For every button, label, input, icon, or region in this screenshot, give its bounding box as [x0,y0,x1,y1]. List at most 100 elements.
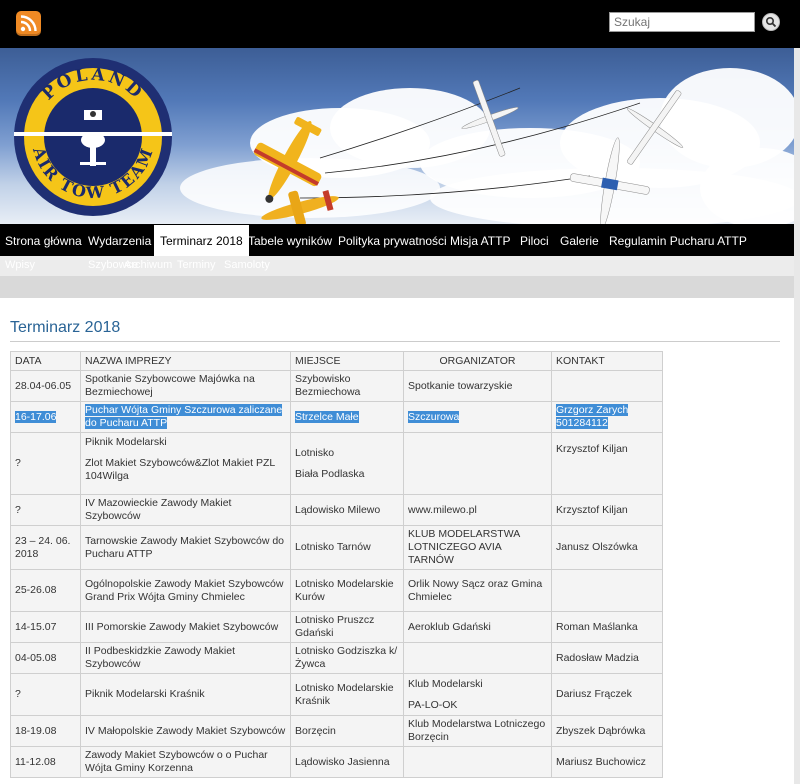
cell-location: Lotnisko Pruszcz Gdański [290,611,404,643]
events-table: DATA NAZWA IMPREZY MIEJSCE ORGANIZATOR K… [10,351,663,778]
cell-date: 11-12.08 [10,746,81,778]
cell-location: Lotnisko Tarnów [290,525,404,570]
cell-date: 25-26.08 [10,569,81,612]
page-title: Terminarz 2018 [10,319,121,336]
cell-event-name: IV Małopolskie Zawody Makiet Szybowców [80,715,291,747]
cell-event-name: IV Mazowieckie Zawody Makiet Szybowców [80,494,291,526]
cell-date: ? [10,494,81,526]
cell-organizer [403,432,552,495]
cell-location: Lotnisko Godziszka k/ Żywca [290,642,404,674]
table-row: ? Piknik Modelarski Zlot Makiet Szybowcó… [10,432,663,495]
cell-event-name: Puchar Wójta Gminy Szczurowa zaliczane d… [80,401,291,433]
cell-organizer: Klub Modelarstwa Lotniczego Borzęcin [403,715,552,747]
event-name-line: Piknik Modelarski [85,436,167,448]
cell-date: 14-15.07 [10,611,81,643]
site-logo[interactable]: POLAND AIR TOW TEAM [14,58,172,216]
event-name-line: Zlot Makiet Szybowców&Zlot Makiet PZL 10… [85,457,275,482]
cell-event-name: III Pomorskie Zawody Makiet Szybowców [80,611,291,643]
table-row: 14-15.07 III Pomorskie Zawody Makiet Szy… [10,611,663,643]
selected-text: Grzgorz Zarych 501284112 [556,404,629,429]
cell-organizer: KLUB MODELARSTWA LOTNICZEGO AVIA TARNÓW [403,525,552,570]
header-organizer: ORGANIZATOR [403,351,552,371]
rss-icon[interactable] [16,11,41,36]
title-divider [10,341,780,342]
header-date: DATA [10,351,81,371]
organizer-line: Klub Modelarski [408,677,483,690]
cell-organizer [403,642,552,674]
cell-organizer: Klub Modelarski PA-LO-OK [403,673,552,716]
table-row: 23 – 24. 06. 2018 Tarnowskie Zawody Maki… [10,525,663,570]
nav-item-schedule-2018[interactable]: Terminarz 2018 [154,225,249,256]
cell-location: Lądowisko Jasienna [290,746,404,778]
nav-item-pilots[interactable]: Piloci [520,224,549,256]
cell-location: Strzelce Małe [290,401,404,433]
subnav-item-posts[interactable]: Wpisy [5,259,35,271]
table-row: 18-19.08 IV Małopolskie Zawody Makiet Sz… [10,715,663,747]
cell-organizer: Szczurowa [403,401,552,433]
cell-date: 18-19.08 [10,715,81,747]
nav-item-rules[interactable]: Regulamin Pucharu ATTP [609,224,747,256]
table-row: ? Piknik Modelarski Kraśnik Lotnisko Mod… [10,673,663,716]
cell-date: ? [10,673,81,716]
cell-date: ? [10,432,81,495]
cell-contact: Janusz Olszówka [551,525,663,570]
selected-text: Szczurowa [408,410,460,423]
cell-location: Borzęcin [290,715,404,747]
selected-text: Puchar Wójta Gminy Szczurowa zaliczane d… [85,404,283,429]
table-row: 11-12.08 Zawody Makiet Szybowców o o Puc… [10,746,663,778]
table-row: 28.04-06.05 Spotkanie Szybowcowe Majówka… [10,370,663,402]
cell-contact: Krzysztof Kiljan [551,494,663,526]
top-bar [0,0,800,48]
cell-contact: Dariusz Frączek [551,673,663,716]
logo-graphic: POLAND AIR TOW TEAM [14,64,172,202]
cell-event-name: Tarnowskie Zawody Makiet Szybowców do Pu… [80,525,291,570]
nav-item-privacy[interactable]: Polityka prywatności [338,224,447,256]
nav-item-galleries[interactable]: Galerie [560,224,599,256]
selected-text: 16-17.06 [15,410,57,423]
cell-date: 16-17.06 [10,401,81,433]
cell-event-name: Ogólnopolskie Zawody Makiet Szybowców Gr… [80,569,291,612]
cell-date: 23 – 24. 06. 2018 [10,525,81,570]
selected-text: Strzelce Małe [295,410,359,423]
subnav-item-planes[interactable]: Samoloty [224,259,270,271]
table-row: ? IV Mazowieckie Zawody Makiet Szybowców… [10,494,663,526]
cell-location: Szybowisko Bezmiechowa [290,370,404,402]
table-header-row: DATA NAZWA IMPREZY MIEJSCE ORGANIZATOR K… [10,351,663,371]
sub-nav: Wpisy Szybowce Archiwum Terminy Samoloty [0,256,800,276]
page-right-edge [794,48,800,784]
cell-contact: Zbyszek Dąbrówka [551,715,663,747]
cell-contact: Radosław Madzia [551,642,663,674]
location-line: Biała Podlaska [295,467,365,480]
subnav-item-archive[interactable]: Archiwum [124,259,172,271]
nav-item-mission[interactable]: Misja ATTP [450,224,510,256]
cell-event-name: Spotkanie Szybowcowe Majówka na Bezmiech… [80,370,291,402]
cell-location: Lądowisko Milewo [290,494,404,526]
cell-date: 28.04-06.05 [10,370,81,402]
header-banner: POLAND AIR TOW TEAM [0,48,800,224]
cell-contact: Mariusz Buchowicz [551,746,663,778]
cell-contact: Roman Maślanka [551,611,663,643]
table-row: 16-17.06 Puchar Wójta Gminy Szczurowa za… [10,401,663,433]
cell-organizer: www.milewo.pl [403,494,552,526]
nav-item-results[interactable]: Tabele wyników [248,224,332,256]
subnav-item-dates[interactable]: Terminy [177,259,216,271]
cell-contact [551,569,663,612]
organizer-line: PA-LO-OK [408,698,458,711]
cell-event-name: Piknik Modelarski Zlot Makiet Szybowców&… [80,432,291,495]
table-row: 04-05.08 II Podbeskidzkie Zawody Makiet … [10,642,663,674]
nav-item-events[interactable]: Wydarzenia [88,224,151,256]
cell-date: 04-05.08 [10,642,81,674]
cell-location: Lotnisko Modelarskie Kraśnik [290,673,404,716]
cell-location: Lotnisko Biała Podlaska [290,432,404,495]
header-event-name: NAZWA IMPREZY [80,351,291,371]
search-input[interactable] [609,12,755,32]
main-nav: Strona główna Wydarzenia Terminarz 2018 … [0,224,800,256]
cell-organizer: Spotkanie towarzyskie [403,370,552,402]
cell-organizer: Aeroklub Gdański [403,611,552,643]
separator-band [0,276,800,298]
cell-contact [551,370,663,402]
cell-contact: Krzysztof Kiljan [551,432,663,495]
search-icon[interactable] [762,13,780,31]
cell-event-name: Zawody Makiet Szybowców o o Puchar Wójta… [80,746,291,778]
nav-item-home[interactable]: Strona główna [5,224,82,256]
